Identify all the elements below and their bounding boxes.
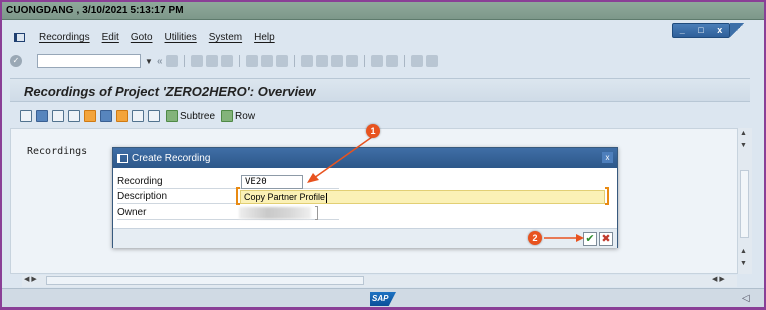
ok-button[interactable]: ✔ — [583, 232, 597, 246]
toolbar-separator — [293, 55, 295, 67]
cancel-icon[interactable] — [220, 55, 233, 67]
find-icon[interactable] — [260, 55, 273, 67]
owner-field-edge — [315, 206, 318, 220]
user-info-text: CUONGDANG , 3/10/2021 5:13:17 PM — [6, 5, 184, 16]
recording-field[interactable]: VE20 — [241, 175, 303, 189]
expand-icon[interactable] — [132, 110, 144, 122]
text-cursor — [326, 192, 328, 203]
display-icon[interactable] — [52, 110, 64, 122]
dialog-title-bar: Create Recording x — [113, 148, 617, 168]
new-session-icon[interactable] — [370, 55, 383, 67]
copy-icon[interactable] — [68, 110, 80, 122]
description-label: Description — [117, 191, 168, 202]
page-title: Recordings of Project 'ZERO2HERO': Overv… — [24, 84, 316, 99]
toolbar-separator — [238, 55, 240, 67]
description-field[interactable]: Copy Partner Profile — [240, 190, 605, 204]
print-icon[interactable] — [245, 55, 258, 67]
find-next-icon[interactable] — [275, 55, 288, 67]
collapse-icon[interactable] — [148, 110, 160, 122]
screen-title-bar: Recordings of Project 'ZERO2HERO': Overv… — [10, 78, 750, 102]
enter-icon[interactable]: ✓ — [10, 55, 22, 67]
scroll-up-page-icon[interactable]: ▼ — [740, 142, 747, 149]
window-corner-decoration — [730, 23, 744, 38]
window-controls: _ □ x — [672, 23, 730, 38]
previous-page-icon[interactable] — [315, 55, 328, 67]
menu-edit[interactable]: Edit — [102, 32, 119, 43]
shortcut-icon[interactable] — [385, 55, 398, 67]
horizontal-scroll-thumb[interactable] — [46, 276, 364, 285]
horizontal-scrollbar[interactable]: ◀ ▶ ◀ ▶ — [22, 275, 737, 287]
scroll-left-icon[interactable]: ◀ ▶ — [24, 275, 37, 283]
dialog-menu-icon[interactable] — [117, 153, 128, 163]
sap-frame: CUONGDANG , 3/10/2021 5:13:17 PM _ □ x R… — [0, 0, 766, 310]
exit-icon[interactable] — [205, 55, 218, 67]
command-field[interactable] — [37, 54, 141, 68]
description-value: Copy Partner Profile — [244, 192, 326, 202]
menu-utilities[interactable]: Utilities — [165, 32, 197, 43]
menubar: Recordings Edit Goto Utilities System He… — [14, 32, 275, 43]
command-dropdown-icon[interactable]: ▼ — [144, 57, 154, 66]
dialog-body: Recording VE20 Description Copy Partner … — [113, 168, 617, 228]
sap-logo: SAP — [370, 292, 396, 306]
owner-field-blurred[interactable] — [239, 207, 311, 219]
scroll-down-icon[interactable]: ▼ — [740, 260, 747, 267]
last-page-icon[interactable] — [345, 55, 358, 67]
recording-row: Recording — [117, 175, 339, 189]
application-toolbar: Subtree Row — [20, 110, 255, 122]
owner-label: Owner — [117, 207, 147, 218]
maximize-button[interactable]: □ — [698, 26, 703, 35]
back-arrows-icon[interactable]: « — [157, 56, 163, 67]
scroll-right-icon[interactable]: ◀ ▶ — [712, 275, 725, 283]
transport-icon[interactable] — [116, 110, 128, 122]
next-page-icon[interactable] — [330, 55, 343, 67]
save-icon[interactable] — [165, 55, 178, 67]
scroll-up-icon[interactable]: ▲ — [740, 130, 747, 137]
create-icon[interactable] — [20, 110, 32, 122]
row-button[interactable]: Row — [221, 110, 255, 122]
menu-recordings[interactable]: Recordings — [39, 32, 90, 43]
standard-toolbar: ✓ ▼ « — [10, 52, 760, 70]
menu-icon[interactable] — [14, 33, 25, 42]
row-label: Row — [235, 110, 256, 122]
recordings-tree-root[interactable]: Recordings — [27, 146, 87, 157]
create-recording-dialog: Create Recording x Recording VE20 Descri… — [112, 147, 618, 248]
execute-icon[interactable] — [84, 110, 96, 122]
toolbar-separator — [403, 55, 405, 67]
minimize-button[interactable]: _ — [680, 26, 685, 35]
delete-icon[interactable] — [100, 110, 112, 122]
toolbar-separator — [363, 55, 365, 67]
dialog-close-icon[interactable]: x — [602, 152, 613, 163]
focus-bracket-right — [605, 187, 609, 205]
status-bar: SAP ◁ — [2, 288, 764, 308]
vertical-scrollbar[interactable]: ▲ ▼ ▲ ▼ — [738, 128, 752, 274]
cancel-button[interactable]: ✖ — [599, 232, 613, 246]
vertical-scroll-thumb[interactable] — [740, 170, 749, 238]
subtree-button[interactable]: Subtree — [166, 110, 215, 122]
edit-pencil-icon[interactable] — [36, 110, 48, 122]
status-expand-icon[interactable]: ◁ — [742, 293, 750, 304]
subtree-label: Subtree — [180, 110, 216, 122]
subtree-icon — [166, 110, 178, 122]
menu-help[interactable]: Help — [254, 32, 275, 43]
recording-label: Recording — [117, 176, 163, 187]
annotation-badge-1: 1 — [366, 124, 380, 138]
user-info-bar: CUONGDANG , 3/10/2021 5:13:17 PM — [2, 2, 764, 20]
menu-system[interactable]: System — [209, 32, 242, 43]
toolbar-separator — [183, 55, 185, 67]
first-page-icon[interactable] — [300, 55, 313, 67]
close-window-button[interactable]: x — [717, 26, 722, 35]
annotation-badge-2: 2 — [528, 231, 542, 245]
row-icon — [221, 110, 234, 122]
menu-goto[interactable]: Goto — [131, 32, 153, 43]
layout-menu-icon[interactable] — [425, 55, 438, 67]
back-icon[interactable] — [190, 55, 203, 67]
scroll-down-page-icon[interactable]: ▲ — [740, 248, 747, 255]
dialog-title: Create Recording — [132, 152, 211, 164]
help-icon[interactable] — [410, 55, 423, 67]
